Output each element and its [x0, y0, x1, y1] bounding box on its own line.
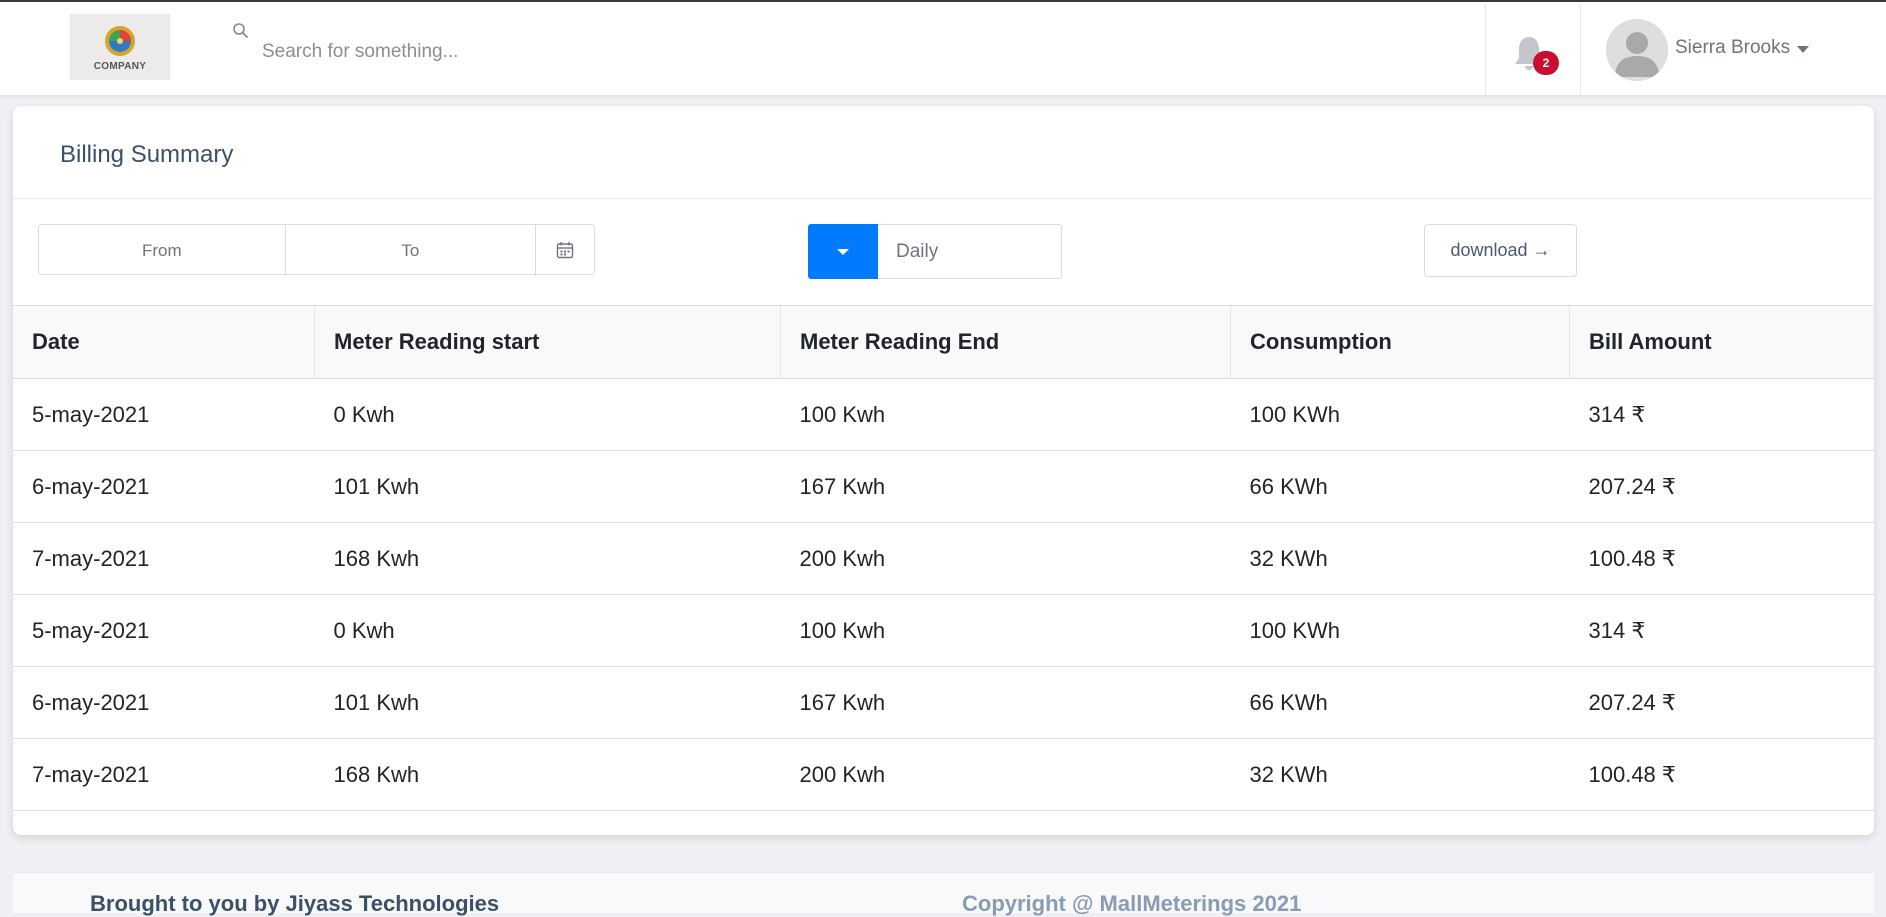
period-select: Daily [808, 224, 1062, 279]
top-navbar: COMPANY 2 Sierra Brooks [0, 0, 1886, 97]
download-button[interactable]: download → [1424, 224, 1577, 277]
cell-consumption: 100 KWh [1230, 378, 1570, 451]
to-date-input[interactable] [285, 225, 537, 276]
cell-consumption: 66 KWh [1230, 666, 1570, 739]
column-header-meter-start: Meter Reading start [314, 305, 781, 379]
cell-bill-amount: 207.24 ₹ [1569, 666, 1874, 739]
column-header-date: Date [13, 305, 315, 379]
table-row: 6-may-2021 101 Kwh 167 Kwh 66 KWh 207.24… [13, 666, 1874, 739]
cell-bill-amount: 314 ₹ [1569, 378, 1874, 451]
cell-meter-end: 167 Kwh [780, 666, 1231, 739]
cell-date: 6-may-2021 [13, 450, 315, 523]
billing-summary-card: Billing Summary Daily download → [13, 106, 1874, 835]
chevron-down-icon[interactable] [1797, 46, 1809, 53]
table-row: 5-may-2021 0 Kwh 100 Kwh 100 KWh 314 ₹ [13, 594, 1874, 667]
cell-bill-amount: 100.48 ₹ [1569, 522, 1874, 595]
cell-consumption: 66 KWh [1230, 450, 1570, 523]
table-header-row: Date Meter Reading start Meter Reading E… [13, 305, 1874, 379]
cell-meter-start: 168 Kwh [314, 738, 781, 811]
calendar-button[interactable] [536, 225, 594, 274]
avatar[interactable] [1606, 19, 1668, 81]
card-header: Billing Summary [13, 106, 1874, 199]
cell-meter-start: 0 Kwh [314, 378, 781, 451]
cell-bill-amount: 314 ₹ [1569, 594, 1874, 667]
cell-consumption: 32 KWh [1230, 522, 1570, 595]
cell-date: 5-may-2021 [13, 594, 315, 667]
user-avatar-icon [1606, 19, 1668, 81]
cell-meter-start: 168 Kwh [314, 522, 781, 595]
column-header-consumption: Consumption [1230, 305, 1570, 379]
search-icon [233, 23, 248, 38]
billing-table: Date Meter Reading start Meter Reading E… [13, 305, 1874, 811]
cell-meter-end: 100 Kwh [780, 378, 1231, 451]
cell-date: 6-may-2021 [13, 666, 315, 739]
cell-consumption: 32 KWh [1230, 738, 1570, 811]
footer-copyright: Copyright @ MallMeterings 2021 [962, 891, 1302, 916]
cell-bill-amount: 100.48 ₹ [1569, 738, 1874, 811]
table-row: 6-may-2021 101 Kwh 167 Kwh 66 KWh 207.24… [13, 450, 1874, 523]
cell-date: 7-may-2021 [13, 738, 315, 811]
user-name[interactable]: Sierra Brooks [1675, 37, 1790, 59]
column-header-meter-end: Meter Reading End [780, 305, 1231, 379]
table-row: 7-may-2021 168 Kwh 200 Kwh 32 KWh 100.48… [13, 522, 1874, 595]
calendar-icon [556, 241, 574, 258]
cell-meter-end: 200 Kwh [780, 522, 1231, 595]
notification-badge: 2 [1533, 51, 1559, 75]
navbar-divider [1485, 4, 1486, 97]
table-row: 5-may-2021 0 Kwh 100 Kwh 100 KWh 314 ₹ [13, 378, 1874, 451]
navbar-divider [1580, 4, 1581, 97]
cell-bill-amount: 207.24 ₹ [1569, 450, 1874, 523]
search-input[interactable] [252, 32, 1172, 72]
table-row: 7-may-2021 168 Kwh 200 Kwh 32 KWh 100.48… [13, 738, 1874, 811]
company-logo-icon [105, 25, 135, 56]
footer-credit: Brought to you by Jiyass Technologies [90, 891, 500, 916]
date-range-picker [38, 224, 595, 276]
cell-consumption: 100 KWh [1230, 594, 1570, 667]
period-dropdown-button[interactable] [808, 224, 878, 279]
cell-meter-start: 101 Kwh [314, 666, 781, 739]
cell-date: 5-may-2021 [13, 378, 315, 451]
cell-meter-end: 100 Kwh [780, 594, 1231, 667]
caret-down-icon [837, 248, 849, 255]
from-date-input[interactable] [39, 225, 286, 276]
cell-meter-start: 0 Kwh [314, 594, 781, 667]
cell-meter-end: 167 Kwh [780, 450, 1231, 523]
column-header-bill-amount: Bill Amount [1569, 305, 1874, 379]
cell-date: 7-may-2021 [13, 522, 315, 595]
cell-meter-end: 200 Kwh [780, 738, 1231, 811]
page-title: Billing Summary [60, 141, 234, 168]
logo-text: COMPANY [93, 60, 147, 72]
cell-meter-start: 101 Kwh [314, 450, 781, 523]
period-value[interactable]: Daily [878, 224, 1062, 279]
company-logo[interactable]: COMPANY [70, 14, 170, 80]
footer: Brought to you by Jiyass Technologies Co… [13, 872, 1874, 916]
